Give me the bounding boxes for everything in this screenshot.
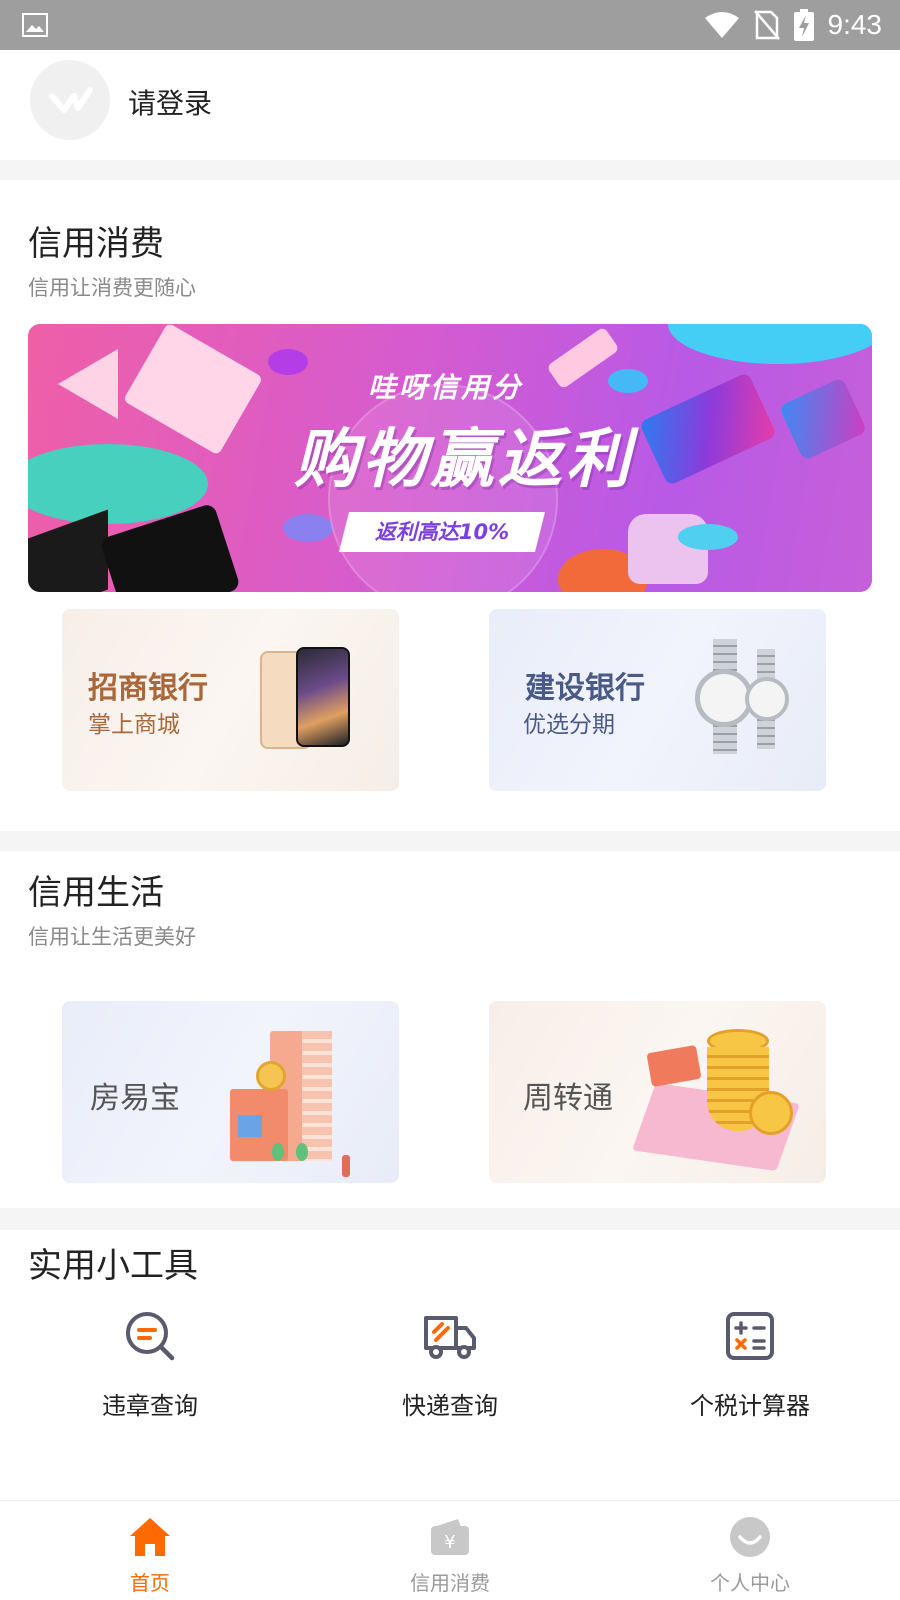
search-magnifier-icon (126, 1312, 175, 1361)
house-service-card[interactable]: 房易宝 (62, 1001, 399, 1183)
banner-decoration (283, 514, 333, 542)
tool-tax-calculator[interactable]: 个税计算器 (650, 1308, 850, 1421)
tab-label: 信用消费 (410, 1571, 490, 1595)
banner-decoration (608, 369, 648, 393)
tab-personal-center[interactable]: 个人中心 (650, 1515, 850, 1596)
banner-decoration (58, 349, 118, 419)
turnover-service-card[interactable]: 周转通 (489, 1001, 826, 1183)
person-smile-icon (730, 1517, 770, 1557)
avatar[interactable] (30, 60, 110, 140)
banner-subtitle: 哇呀信用分 (368, 371, 524, 404)
banner-decoration (778, 377, 868, 461)
tab-home[interactable]: 首页 (50, 1515, 250, 1596)
bottom-tab-bar: 首页 ¥ 信用消费 个人中心 (0, 1500, 900, 1600)
tool-label: 个税计算器 (690, 1392, 810, 1420)
section-subtitle: 信用让消费更随心 (28, 276, 196, 300)
banner-tag: 返利高达10% (339, 512, 545, 552)
building-illustration (230, 1019, 370, 1179)
login-label[interactable]: 请登录 (128, 82, 212, 122)
banner-decoration (678, 524, 738, 550)
ccb-installment-card[interactable]: 建设银行 优选分期 (489, 609, 826, 791)
tool-label: 违章查询 (102, 1392, 198, 1420)
status-bar: 9:43 (0, 0, 900, 50)
banner-decoration (668, 324, 872, 364)
promo-banner[interactable]: 哇呀信用分 购物赢返利 返利高达10% (28, 324, 872, 592)
banner-decoration (268, 349, 308, 375)
card-title: 招商银行 (88, 671, 208, 706)
status-time: 9:43 (827, 9, 883, 40)
login-row[interactable]: 请登录 (0, 50, 900, 160)
wallet-yen-icon: ¥ (431, 1519, 469, 1555)
image-notification-icon (22, 13, 48, 37)
section-title: 信用生活 (28, 873, 164, 913)
tool-express-query[interactable]: 快递查询 (350, 1308, 550, 1421)
coins-illustration (632, 1029, 801, 1172)
section-title: 信用消费 (28, 224, 164, 264)
no-sim-icon (753, 10, 780, 40)
credit-consumption-section: 信用消费 信用让消费更随心 哇呀信用分 购物赢返利 返利高达10% 招商银行 掌… (0, 180, 900, 831)
card-subtitle: 优选分期 (523, 712, 615, 738)
tab-label: 个人中心 (710, 1571, 790, 1595)
banner-decoration (28, 509, 108, 592)
section-title: 实用小工具 (28, 1246, 198, 1286)
cmb-mall-card[interactable]: 招商银行 掌上商城 (62, 609, 399, 791)
card-title: 建设银行 (525, 671, 645, 706)
wifi-icon (704, 12, 739, 38)
card-subtitle: 掌上商城 (88, 712, 180, 738)
app-logo-icon (49, 87, 93, 113)
phone-illustration (260, 647, 350, 749)
delivery-truck-icon (424, 1316, 476, 1359)
watch-illustration (695, 639, 795, 754)
svg-text:¥: ¥ (444, 1532, 455, 1553)
section-subtitle: 信用让生活更美好 (28, 925, 196, 949)
calculator-icon (726, 1312, 774, 1360)
credit-life-section: 信用生活 信用让生活更美好 房易宝 周转通 (0, 851, 900, 1208)
tools-section: 实用小工具 违章查询 快递查询 个税计算器 (0, 1230, 900, 1500)
battery-charging-icon (793, 9, 814, 41)
banner-title: 购物赢返利 (294, 423, 634, 497)
tool-violation-query[interactable]: 违章查询 (50, 1308, 250, 1421)
card-title: 房易宝 (90, 1081, 180, 1116)
tab-label: 首页 (130, 1571, 170, 1595)
tool-label: 快递查询 (402, 1392, 498, 1420)
home-icon (130, 1518, 170, 1556)
banner-tag-label: 返利高达10% (374, 520, 510, 544)
tab-credit-consumption[interactable]: ¥ 信用消费 (350, 1515, 550, 1596)
card-title: 周转通 (523, 1081, 613, 1116)
